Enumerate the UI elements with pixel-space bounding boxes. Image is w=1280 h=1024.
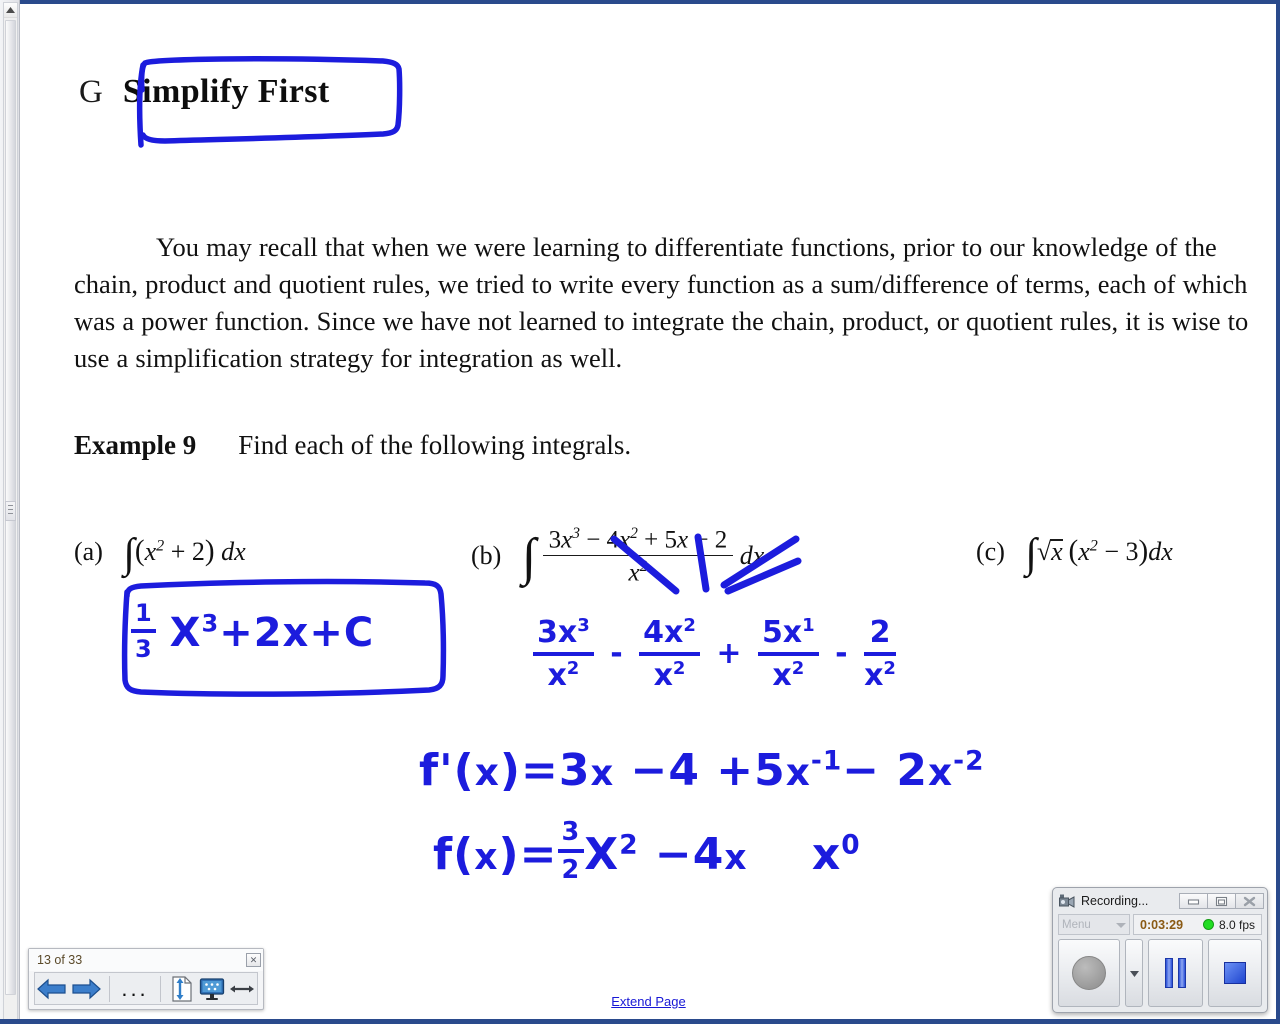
recorder-titlebar[interactable]: Recording... <box>1056 891 1264 911</box>
nav-widget-header: 13 of 33 ✕ <box>29 949 263 971</box>
pause-button[interactable] <box>1148 939 1203 1007</box>
nav-widget-toolbar: ... <box>34 972 258 1005</box>
body-paragraph: You may recall that when we were learnin… <box>74 231 1249 373</box>
window-top-edge <box>20 0 1280 4</box>
menu-label: Menu <box>1062 918 1091 931</box>
next-page-button[interactable] <box>69 974 103 1004</box>
problem-a-label: (a) <box>74 537 103 566</box>
menu-dropdown[interactable]: Menu <box>1058 914 1130 935</box>
ink-answer-a: 13 X3+2x+C <box>131 599 374 667</box>
stop-button[interactable] <box>1207 939 1262 1007</box>
status-indicator-dot <box>1202 919 1214 930</box>
vertical-scrollbar[interactable] <box>3 2 18 1020</box>
example-instruction: Find each of the following integrals. <box>238 430 632 460</box>
problem-b-expression: ∫ 3x3 − 4x2 + 5x − 2 x2 dx <box>521 525 765 587</box>
example-heading: Example 9 Find each of the following int… <box>74 430 631 461</box>
toolbar-divider <box>160 975 161 1002</box>
problem-b: (b) ∫ 3x3 − 4x2 + 5x − 2 x2 dx <box>471 525 765 590</box>
problem-a: (a) ∫(x2 + 2) dx <box>74 531 246 577</box>
restore-icon[interactable] <box>1207 893 1236 909</box>
fit-page-width-icon[interactable] <box>227 974 257 1004</box>
record-options-dropdown[interactable] <box>1125 939 1143 1007</box>
page-navigation-widget[interactable]: 13 of 33 ✕ ... <box>28 948 264 1010</box>
fps-readout: 8.0 fps <box>1218 917 1255 932</box>
problem-a-expression: ∫(x2 + 2) dx <box>123 531 246 577</box>
more-options-icon[interactable]: ... <box>116 974 154 1004</box>
document-canvas[interactable]: G Simplify First You may recall that whe… <box>21 5 1276 1019</box>
recorder-title: Recording... <box>1081 894 1149 908</box>
section-heading: G Simplify First <box>79 73 330 111</box>
recorder-controls <box>1058 939 1262 1007</box>
presentation-screen-icon[interactable] <box>197 974 227 1004</box>
stop-icon <box>1223 962 1246 984</box>
section-letter: G <box>79 74 103 110</box>
extend-page-link[interactable]: Extend Page <box>611 994 685 1009</box>
ink-work-b-line1: 3x3 x2 - 4x2 x2 + 5x1 x2 - 2 x2 <box>533 615 896 693</box>
example-label: Example 9 <box>74 430 197 460</box>
chevron-down-icon <box>1129 964 1139 982</box>
problem-b-label: (b) <box>471 541 502 571</box>
chevron-down-icon <box>1116 916 1126 934</box>
previous-page-button[interactable] <box>35 974 69 1004</box>
problem-b-numerator: 3x3 − 4x2 + 5x − 2 <box>542 525 734 557</box>
ink-annotation-layer: 13 X3+2x+C 3x3 x2 - 4x2 x2 + 5x1 x2 - 2 x2 f… <box>21 5 1276 1019</box>
problem-c-expression: ∫√x (x2 − 3)dx <box>1025 531 1173 577</box>
record-button[interactable] <box>1058 939 1120 1007</box>
recorder-status-bar: Menu 0:03:29 8.0 fps <box>1058 914 1262 935</box>
recorder-window-buttons <box>1179 893 1264 909</box>
minimize-icon[interactable] <box>1179 893 1208 909</box>
elapsed-time: 0:03:29 <box>1140 917 1184 932</box>
ink-work-b-note: x0 <box>811 829 861 880</box>
screen-recorder-widget[interactable]: Recording... Menu 0:03:29 8.0 fps <box>1052 887 1268 1013</box>
close-icon[interactable]: ✕ <box>246 953 261 967</box>
ink-work-b-line2: f'(x)=3x −4 +5x-1− 2x-2 <box>419 745 985 796</box>
problem-b-denominator: x2 <box>628 558 648 587</box>
close-icon[interactable] <box>1235 893 1264 909</box>
fit-page-height-icon[interactable] <box>167 974 197 1004</box>
window-right-edge <box>1276 0 1280 1024</box>
window-bottom-edge <box>0 1019 1280 1024</box>
pause-icon <box>1164 958 1186 988</box>
application-window: G Simplify First You may recall that whe… <box>0 0 1280 1024</box>
scrollbar-grip-handle[interactable] <box>5 501 16 521</box>
problem-c: (c) ∫√x (x2 − 3)dx <box>976 531 1173 577</box>
toolbar-divider <box>109 975 110 1002</box>
ink-answer-box-a <box>121 578 447 697</box>
page-title: Simplify First <box>122 73 330 110</box>
scroll-up-icon[interactable] <box>4 3 17 18</box>
camera-icon <box>1059 894 1075 909</box>
record-circle-icon <box>1072 956 1106 990</box>
ink-work-b-line3: f(x)= 3 2 X2 −4x x0 <box>433 817 861 885</box>
recorder-readout: 0:03:29 8.0 fps <box>1133 914 1262 935</box>
problem-c-label: (c) <box>976 537 1005 566</box>
page-counter: 13 of 33 <box>37 953 83 967</box>
